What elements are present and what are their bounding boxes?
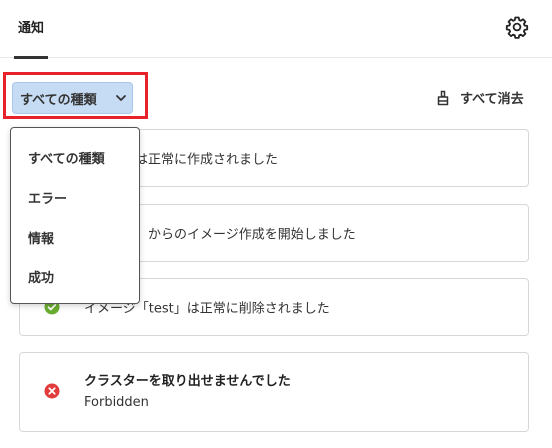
clear-all-button[interactable]: すべて消去 [435, 88, 524, 107]
error-icon [44, 383, 60, 399]
type-filter-button[interactable]: すべての種類 [12, 82, 133, 114]
notification-title: クラスターを取り出せませんでした [84, 374, 291, 389]
broom-icon [437, 90, 449, 105]
tab-notifications[interactable]: 通知 [14, 0, 49, 59]
gear-icon[interactable] [505, 15, 529, 39]
menu-item-success[interactable]: 成功 [28, 267, 54, 286]
chevron-down-icon [116, 95, 126, 101]
menu-item-error[interactable]: エラー [28, 188, 67, 207]
type-filter-label: すべての種類 [20, 92, 97, 108]
tab-label: 通知 [18, 21, 45, 36]
notification-card: クラスターを取り出せませんでした Forbidden [19, 352, 529, 432]
tab-active-indicator [14, 56, 49, 59]
header: 通知 [0, 0, 552, 59]
clear-all-label: すべて消去 [460, 92, 524, 107]
menu-item-info[interactable]: 情報 [28, 228, 54, 247]
type-filter-menu: すべての種類 エラー 情報 成功 [10, 127, 140, 304]
menu-item-all-types[interactable]: すべての種類 [28, 148, 105, 167]
notification-detail: Forbidden [84, 395, 149, 410]
